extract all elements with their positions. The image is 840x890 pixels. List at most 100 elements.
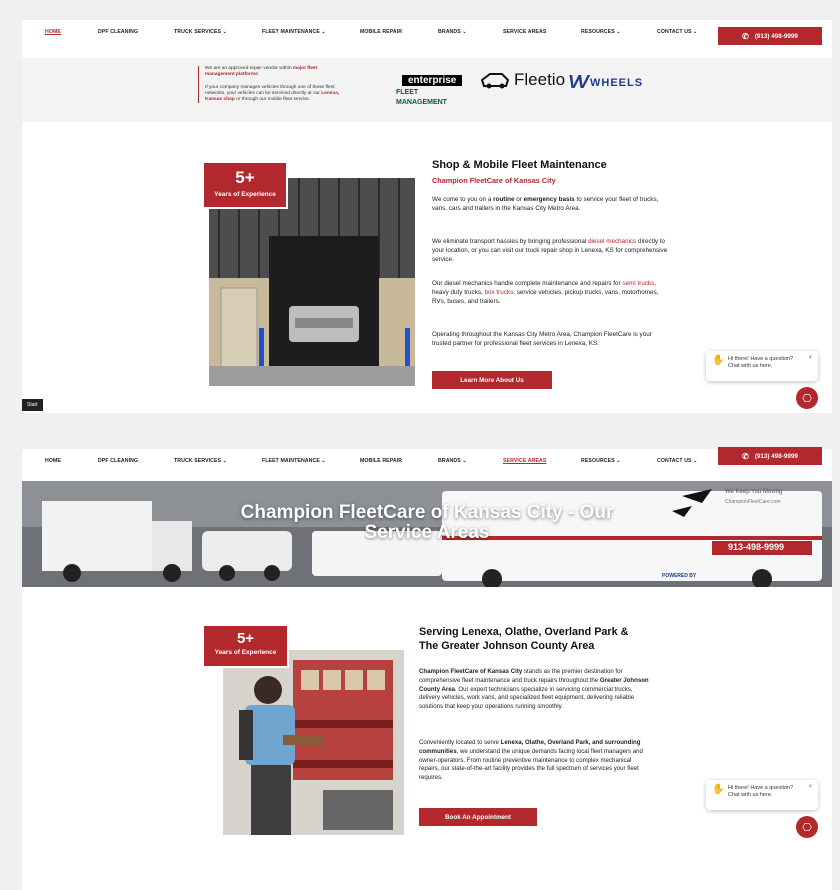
- hero-banner: Champion FleetCare of Kansas City - Our …: [22, 481, 832, 587]
- enterprise-logo-word: enterprise: [402, 75, 463, 86]
- wave-hand-icon-2: ✋: [712, 784, 725, 795]
- nav-service-areas-2[interactable]: SERVICE AREAS: [503, 458, 546, 464]
- chat-bubble-icon: ⎔: [802, 392, 812, 405]
- vendor-text: We are an approved repair vendor within …: [198, 66, 348, 104]
- technician-image: [223, 650, 404, 835]
- wave-hand-icon: ✋: [712, 355, 725, 366]
- nav-dpf-cleaning[interactable]: DPF CLEANING: [98, 29, 138, 35]
- nav-home-2[interactable]: HOME: [45, 458, 61, 464]
- hero-title-line-1: Champion FleetCare of Kansas City - Our: [240, 502, 614, 523]
- fleetio-logo-word: Fleetio: [514, 70, 566, 89]
- p1-bold-emergency: emergency basis: [523, 196, 575, 203]
- p3-text-a: Our diesel mechanics handle complete mai…: [432, 280, 623, 287]
- nav-dpf-cleaning-2[interactable]: DPF CLEANING: [98, 458, 138, 464]
- fleetio-logo: Fleetio: [480, 70, 565, 90]
- experience-number-2: 5+: [236, 630, 255, 647]
- phone-button-2[interactable]: ✆ (913) 498-9999: [718, 447, 822, 465]
- nav-fleet-maintenance-2[interactable]: FLEET MAINTENANCE ⌄: [262, 458, 326, 464]
- section2-title: Serving Lenexa, Olathe, Overland Park & …: [419, 626, 629, 652]
- chat-close-icon-2[interactable]: ×: [808, 784, 812, 791]
- diesel-mechanics-link[interactable]: diesel mechanics: [588, 238, 636, 245]
- nav-contact-us[interactable]: CONTACT US ⌄: [657, 29, 698, 35]
- book-appointment-button[interactable]: Book An Appointment: [419, 808, 537, 826]
- fleetio-truck-icon: [480, 73, 510, 89]
- start-marker[interactable]: Start: [22, 399, 43, 411]
- experience-label-2: Years of Experience: [214, 649, 277, 656]
- nav-home[interactable]: HOME: [45, 29, 61, 35]
- enterprise-logo-sub: FLEET MANAGEMENT: [396, 89, 447, 106]
- nav-mobile-repair[interactable]: MOBILE REPAIR: [360, 29, 402, 35]
- nav-service-areas[interactable]: SERVICE AREAS: [503, 29, 546, 35]
- s2-p2-text-a: Conveniently located to serve: [419, 739, 501, 746]
- section1-paragraph-2: We eliminate transport hassles by bringi…: [432, 237, 668, 264]
- nav-truck-services-2[interactable]: TRUCK SERVICES ⌄: [174, 458, 227, 464]
- hero-title: Champion FleetCare of Kansas City - Our …: [22, 503, 832, 543]
- hero-title-line-2: Service Areas: [364, 522, 490, 543]
- section1-paragraph-1: We come to you on a routine or emergency…: [432, 195, 668, 213]
- enterprise-logo: enterprise FLEET MANAGEMENT: [396, 70, 464, 106]
- chat-popup-2[interactable]: ✋ Hi there! Have a question? Chat with u…: [706, 780, 818, 810]
- chat-close-icon[interactable]: ×: [808, 355, 812, 362]
- box-trucks-link[interactable]: box trucks: [485, 289, 514, 296]
- chat-line-1: Hi there! Have a question?: [728, 356, 794, 362]
- page-frame-service-areas: HOME DPF CLEANING TRUCK SERVICES ⌄ FLEET…: [22, 447, 832, 890]
- vendor-band: We are an approved repair vendor within …: [22, 58, 832, 122]
- shop-door-illustration: [209, 178, 415, 386]
- section-title: Shop & Mobile Fleet Maintenance: [432, 159, 607, 171]
- shop-image: [209, 178, 415, 386]
- experience-label: Years of Experience: [214, 191, 276, 198]
- nav-fleet-maintenance[interactable]: FLEET MAINTENANCE ⌄: [262, 29, 326, 35]
- phone-number: (913) 498-9999: [754, 32, 798, 40]
- page-frame-home: HOME DPF CLEANING TRUCK SERVICES ⌄ FLEET…: [22, 20, 832, 413]
- technician-illustration: [223, 650, 404, 835]
- section-subtitle: Champion FleetCare of Kansas City: [432, 176, 556, 185]
- wheels-mark-icon: VV: [568, 72, 589, 92]
- learn-more-button[interactable]: Learn More About Us: [432, 371, 552, 389]
- chat-popup[interactable]: ✋ Hi there! Have a question? Chat with u…: [706, 351, 818, 381]
- experience-number: 5+: [235, 168, 255, 187]
- truck-phone-text: 913-498-9999: [728, 542, 785, 552]
- nav-brands[interactable]: BRANDS ⌄: [438, 29, 467, 35]
- section2-paragraph-1: Champion FleetCare of Kansas City stands…: [419, 668, 649, 712]
- chat-line-2-2: Chat with us here.: [728, 792, 773, 798]
- chat-message-2: Hi there! Have a question? Chat with us …: [728, 785, 793, 799]
- truck-powered-text: POWERED BY: [662, 573, 697, 579]
- s2-p1-bold: Champion FleetCare of Kansas City: [419, 668, 523, 675]
- main-nav-2: HOME DPF CLEANING TRUCK SERVICES ⌄ FLEET…: [22, 447, 832, 473]
- p1-text-a: We come to you on a: [432, 196, 494, 203]
- phone-icon-2: ✆: [742, 451, 749, 461]
- phone-icon: ✆: [742, 31, 749, 41]
- chat-bubble-icon-2: ⎔: [802, 821, 812, 834]
- nav-contact-us-2[interactable]: CONTACT US ⌄: [657, 458, 698, 464]
- experience-badge: 5+ Years of Experience: [202, 161, 288, 209]
- main-nav: HOME DPF CLEANING TRUCK SERVICES ⌄ FLEET…: [22, 20, 832, 45]
- truck-slogan-text: We Keep You Moving: [725, 489, 783, 495]
- phone-button[interactable]: ✆ (913) 498-9999: [718, 27, 822, 45]
- wheels-logo: VV WHEELS: [568, 72, 643, 93]
- vendor-text-1c: .: [257, 72, 260, 78]
- semi-trucks-link[interactable]: semi trucks: [622, 280, 654, 287]
- nav-resources[interactable]: RESOURCES ⌄: [581, 29, 621, 35]
- nav-brands-2[interactable]: BRANDS ⌄: [438, 458, 467, 464]
- vendor-text-2a: If your company manages vehicles through…: [205, 84, 335, 96]
- chat-launcher-button[interactable]: ⎔: [796, 387, 818, 409]
- nav-resources-2[interactable]: RESOURCES ⌄: [581, 458, 621, 464]
- wheels-logo-word: WHEELS: [590, 76, 644, 89]
- vendor-text-1a: We are an approved repair vendor within: [205, 66, 293, 71]
- chat-launcher-button-2[interactable]: ⎔: [796, 816, 818, 838]
- p2-text-a: We eliminate transport hassles by bringi…: [432, 238, 588, 245]
- phone-number-2: (913) 498-9999: [754, 452, 798, 460]
- section1-paragraph-3: Our diesel mechanics handle complete mai…: [432, 279, 668, 306]
- p1-text-c: or: [514, 196, 524, 203]
- chat-message: Hi there! Have a question? Chat with us …: [728, 356, 793, 370]
- chat-line-1-2: Hi there! Have a question?: [728, 785, 794, 791]
- truck-website-text: ChampionFleetCare.com: [725, 499, 781, 505]
- p1-bold-routine: routine: [493, 196, 515, 203]
- nav-mobile-repair-2[interactable]: MOBILE REPAIR: [360, 458, 402, 464]
- vendor-text-2c: or through our mobile fleet service.: [234, 97, 311, 103]
- section2-paragraph-2: Conveniently located to serve Lenexa, Ol…: [419, 739, 649, 783]
- experience-badge-2: 5+ Years of Experience: [202, 624, 289, 668]
- section1-paragraph-4: Operating throughout the Kansas City Met…: [432, 331, 652, 347]
- nav-truck-services[interactable]: TRUCK SERVICES ⌄: [174, 29, 227, 35]
- chat-line-2: Chat with us here.: [728, 363, 773, 369]
